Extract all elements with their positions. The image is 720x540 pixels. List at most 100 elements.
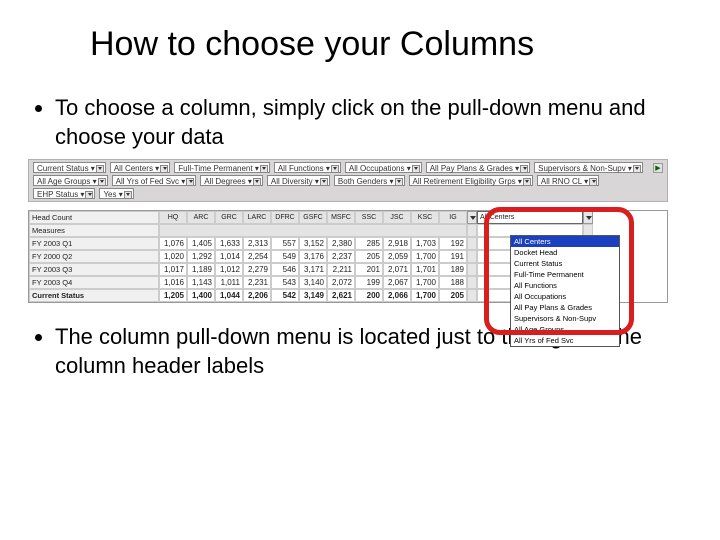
cell: 2,206 <box>243 289 271 302</box>
col-header: GRC <box>215 211 243 224</box>
cell: 1,020 <box>159 250 187 263</box>
cell: 2,621 <box>327 289 355 302</box>
column-pulldown-trigger[interactable] <box>467 211 477 224</box>
filter-drop[interactable]: All Pay Plans & Grades ▾ <box>426 162 530 173</box>
cell: 1,700 <box>411 289 439 302</box>
spacer <box>467 250 477 263</box>
filter-drop[interactable]: All RNO CL ▾ <box>537 175 599 186</box>
cell: 1,016 <box>159 276 187 289</box>
filter-bar: Current Status ▾ All Centers ▾ Full-Time… <box>28 159 668 202</box>
filter-drop[interactable]: All Functions ▾ <box>274 162 341 173</box>
cell: 1,701 <box>411 263 439 276</box>
bullet-top: To choose a column, simply click on the … <box>55 94 690 151</box>
row-label: FY 2003 Q4 <box>29 276 159 289</box>
menu-item[interactable]: All Occupations <box>511 291 619 302</box>
cell: 2,254 <box>243 250 271 263</box>
cell: 189 <box>439 263 467 276</box>
cell: 205 <box>355 250 383 263</box>
cell: 1,143 <box>187 276 215 289</box>
cell: 3,171 <box>299 263 327 276</box>
cell: 1,405 <box>187 237 215 250</box>
col-header: IG <box>439 211 467 224</box>
row-label: FY 2000 Q2 <box>29 250 159 263</box>
filter-drop[interactable]: Both Genders ▾ <box>334 175 405 186</box>
menu-item-selected[interactable]: All Centers <box>511 236 619 247</box>
cell: 2,067 <box>383 276 411 289</box>
cell: 200 <box>355 289 383 302</box>
cell: 1,633 <box>215 237 243 250</box>
cell: 1,076 <box>159 237 187 250</box>
menu-item[interactable]: Full-Time Permanent <box>511 269 619 280</box>
cell: 285 <box>355 237 383 250</box>
cell: 1,189 <box>187 263 215 276</box>
cell: 192 <box>439 237 467 250</box>
cell: 1,014 <box>215 250 243 263</box>
spacer <box>467 289 477 302</box>
cell: 1,700 <box>411 250 439 263</box>
menu-item[interactable]: All Age Groups <box>511 324 619 335</box>
col-header: ARC <box>187 211 215 224</box>
cell: 1,205 <box>159 289 187 302</box>
cell: 542 <box>271 289 299 302</box>
cell: 1,012 <box>215 263 243 276</box>
apply-icon[interactable]: ▶ <box>653 163 663 173</box>
row-label-total: Current Status <box>29 289 159 302</box>
filter-drop[interactable]: Full-Time Permanent ▾ <box>174 162 270 173</box>
measure-dropdown[interactable]: Head Count <box>29 211 159 224</box>
filter-drop[interactable]: All Age Groups ▾ <box>33 175 108 186</box>
column-pulldown-arrow[interactable] <box>583 211 593 224</box>
col-header: DFRC <box>271 211 299 224</box>
col-header: HQ <box>159 211 187 224</box>
filter-drop[interactable]: All Centers ▾ <box>110 162 170 173</box>
cell: 2,066 <box>383 289 411 302</box>
page-title: How to choose your Columns <box>90 25 690 64</box>
cell: 2,231 <box>243 276 271 289</box>
cell: 2,279 <box>243 263 271 276</box>
menu-item[interactable]: Current Status <box>511 258 619 269</box>
cell: 543 <box>271 276 299 289</box>
cell: 2,313 <box>243 237 271 250</box>
filter-drop[interactable]: EHP Status ▾ <box>33 188 95 199</box>
filter-drop[interactable]: All Occupations ▾ <box>345 162 422 173</box>
cell: 3,152 <box>299 237 327 250</box>
cell: 1,017 <box>159 263 187 276</box>
filter-drop[interactable]: Yes ▾ <box>99 188 133 199</box>
column-pulldown[interactable]: All Centers <box>477 211 583 224</box>
screenshot-embed: Current Status ▾ All Centers ▾ Full-Time… <box>28 159 668 303</box>
cell: 191 <box>439 250 467 263</box>
cell: 2,237 <box>327 250 355 263</box>
cell: 3,176 <box>299 250 327 263</box>
cell: 2,072 <box>327 276 355 289</box>
filter-drop[interactable]: Supervisors & Non-Supv ▾ <box>534 162 643 173</box>
spacer <box>467 276 477 289</box>
cell: 546 <box>271 263 299 276</box>
menu-item[interactable]: All Functions <box>511 280 619 291</box>
col-header: SSC <box>355 211 383 224</box>
cell: 201 <box>355 263 383 276</box>
col-header: GSFC <box>299 211 327 224</box>
menu-item[interactable]: Docket Head <box>511 247 619 258</box>
col-header: KSC <box>411 211 439 224</box>
menu-item[interactable]: All Yrs of Fed Svc <box>511 335 619 346</box>
cell: 2,059 <box>383 250 411 263</box>
filter-drop[interactable]: All Diversity ▾ <box>267 175 330 186</box>
cell: 2,211 <box>327 263 355 276</box>
cell: 1,703 <box>411 237 439 250</box>
menu-item[interactable]: All Pay Plans & Grades <box>511 302 619 313</box>
filter-drop[interactable]: All Degrees ▾ <box>200 175 263 186</box>
spacer <box>467 224 477 237</box>
cell: 1,700 <box>411 276 439 289</box>
menu-item[interactable]: Supervisors & Non-Supv <box>511 313 619 324</box>
filter-drop[interactable]: All Retirement Eligibility Grps ▾ <box>409 175 533 186</box>
cell: 1,400 <box>187 289 215 302</box>
cell: 1,292 <box>187 250 215 263</box>
spacer <box>467 263 477 276</box>
filter-drop[interactable]: All Yrs of Fed Svc ▾ <box>112 175 197 186</box>
row-selector[interactable]: Measures <box>29 224 159 237</box>
column-pulldown-open[interactable]: All Centers Docket Head Current Status F… <box>510 235 620 347</box>
cell: 549 <box>271 250 299 263</box>
filter-drop[interactable]: Current Status ▾ <box>33 162 106 173</box>
cell: 1,044 <box>215 289 243 302</box>
col-header: LARC <box>243 211 271 224</box>
col-header: JSC <box>383 211 411 224</box>
